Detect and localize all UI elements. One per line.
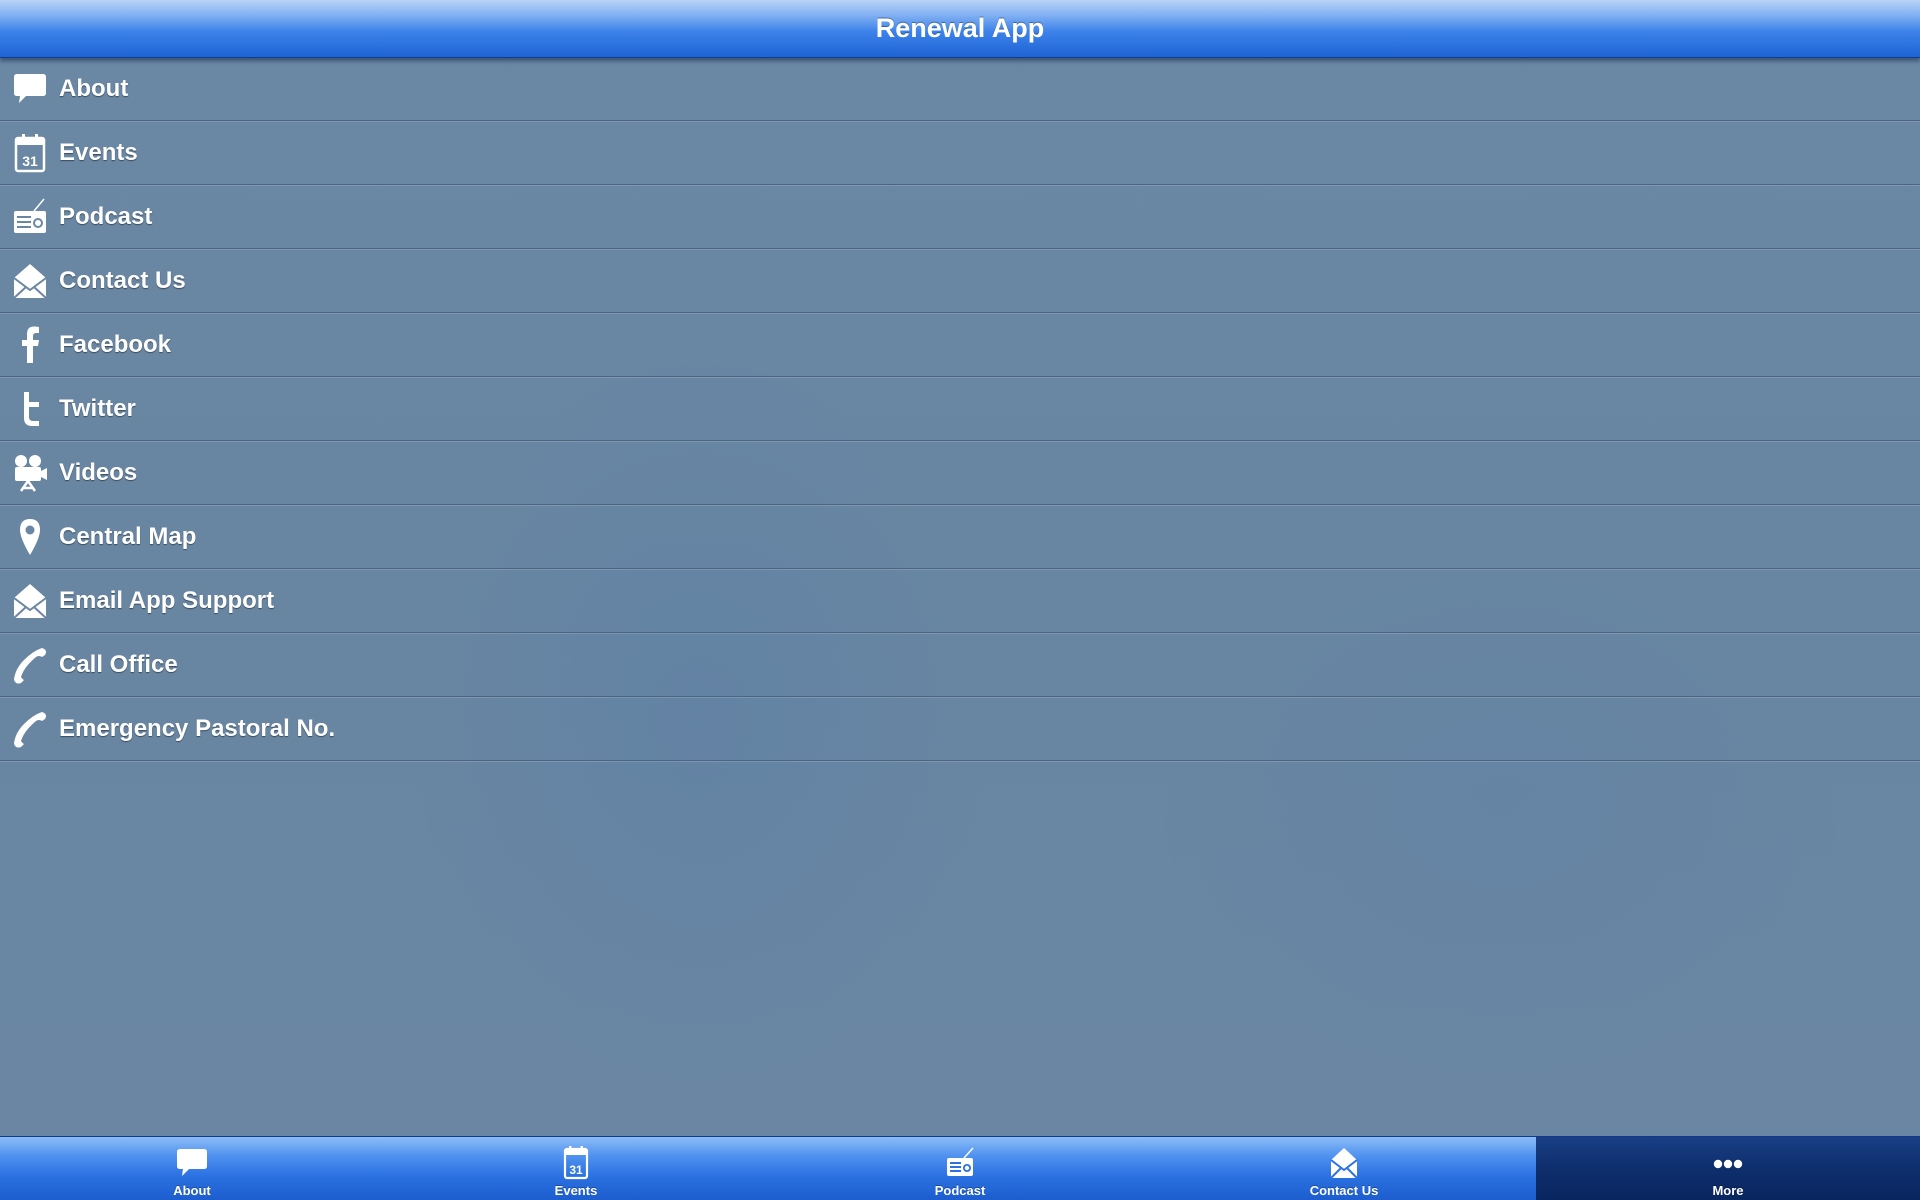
more-dots-icon: [1710, 1145, 1746, 1181]
phone-icon: [12, 709, 48, 749]
menu-item-label: Videos: [59, 459, 138, 486]
menu-item-podcast[interactable]: Podcast: [0, 185, 1920, 249]
menu-item-label: Central Map: [59, 523, 197, 550]
tab-podcast[interactable]: Podcast: [768, 1137, 1152, 1200]
facebook-icon: [12, 325, 48, 365]
bottom-tab-bar: About 31 Events Podcast Contact Us More: [0, 1136, 1920, 1200]
radio-icon: [942, 1145, 978, 1181]
tab-label: Contact Us: [1309, 1183, 1379, 1198]
menu-item-label: Facebook: [59, 331, 172, 358]
tab-events[interactable]: 31 Events: [384, 1137, 768, 1200]
menu-item-label: Emergency Pastoral No.: [59, 715, 336, 742]
tab-label: Podcast: [934, 1183, 986, 1198]
app-title: Renewal App: [875, 13, 1045, 43]
map-pin-icon: [12, 517, 48, 557]
calendar-icon: 31: [558, 1145, 594, 1181]
envelope-icon: [12, 261, 48, 301]
menu-item-label: About: [59, 75, 129, 102]
speech-bubble-icon: [174, 1145, 210, 1181]
menu-item-events[interactable]: 31 Events: [0, 121, 1920, 185]
tab-more[interactable]: More: [1536, 1137, 1920, 1200]
menu-item-facebook[interactable]: Facebook: [0, 313, 1920, 377]
menu-item-about[interactable]: About: [0, 57, 1920, 121]
menu-item-label: Contact Us: [59, 267, 186, 294]
calendar-day-number: 31: [22, 153, 38, 169]
tab-label: More: [1712, 1183, 1744, 1198]
menu-item-videos[interactable]: Videos: [0, 441, 1920, 505]
menu-item-label: Events: [59, 139, 138, 166]
calendar-day-number: 31: [569, 1163, 583, 1177]
tab-label: Events: [554, 1183, 598, 1198]
calendar-icon: 31: [12, 133, 48, 173]
video-camera-icon: [12, 453, 48, 493]
menu-item-call-office[interactable]: Call Office: [0, 633, 1920, 697]
menu-item-label: Email App Support: [59, 587, 275, 614]
envelope-icon: [1326, 1145, 1362, 1181]
menu-item-twitter[interactable]: Twitter: [0, 377, 1920, 441]
tab-label: About: [173, 1183, 211, 1198]
tab-about[interactable]: About: [0, 1137, 384, 1200]
menu-item-label: Twitter: [59, 395, 136, 422]
title-bar: Renewal App: [0, 0, 1920, 58]
twitter-icon: [12, 389, 48, 429]
menu-item-emergency-pastoral[interactable]: Emergency Pastoral No.: [0, 697, 1920, 761]
radio-icon: [12, 197, 48, 237]
phone-icon: [12, 645, 48, 685]
menu-item-label: Call Office: [59, 651, 178, 678]
menu-item-email-app-support[interactable]: Email App Support: [0, 569, 1920, 633]
menu-item-contact-us[interactable]: Contact Us: [0, 249, 1920, 313]
tab-contact-us[interactable]: Contact Us: [1152, 1137, 1536, 1200]
more-menu-list: About 31 Events Podcast Contact Us Faceb…: [0, 57, 1920, 761]
menu-item-central-map[interactable]: Central Map: [0, 505, 1920, 569]
menu-item-label: Podcast: [59, 203, 153, 230]
speech-bubble-icon: [12, 69, 48, 109]
envelope-icon: [12, 581, 48, 621]
